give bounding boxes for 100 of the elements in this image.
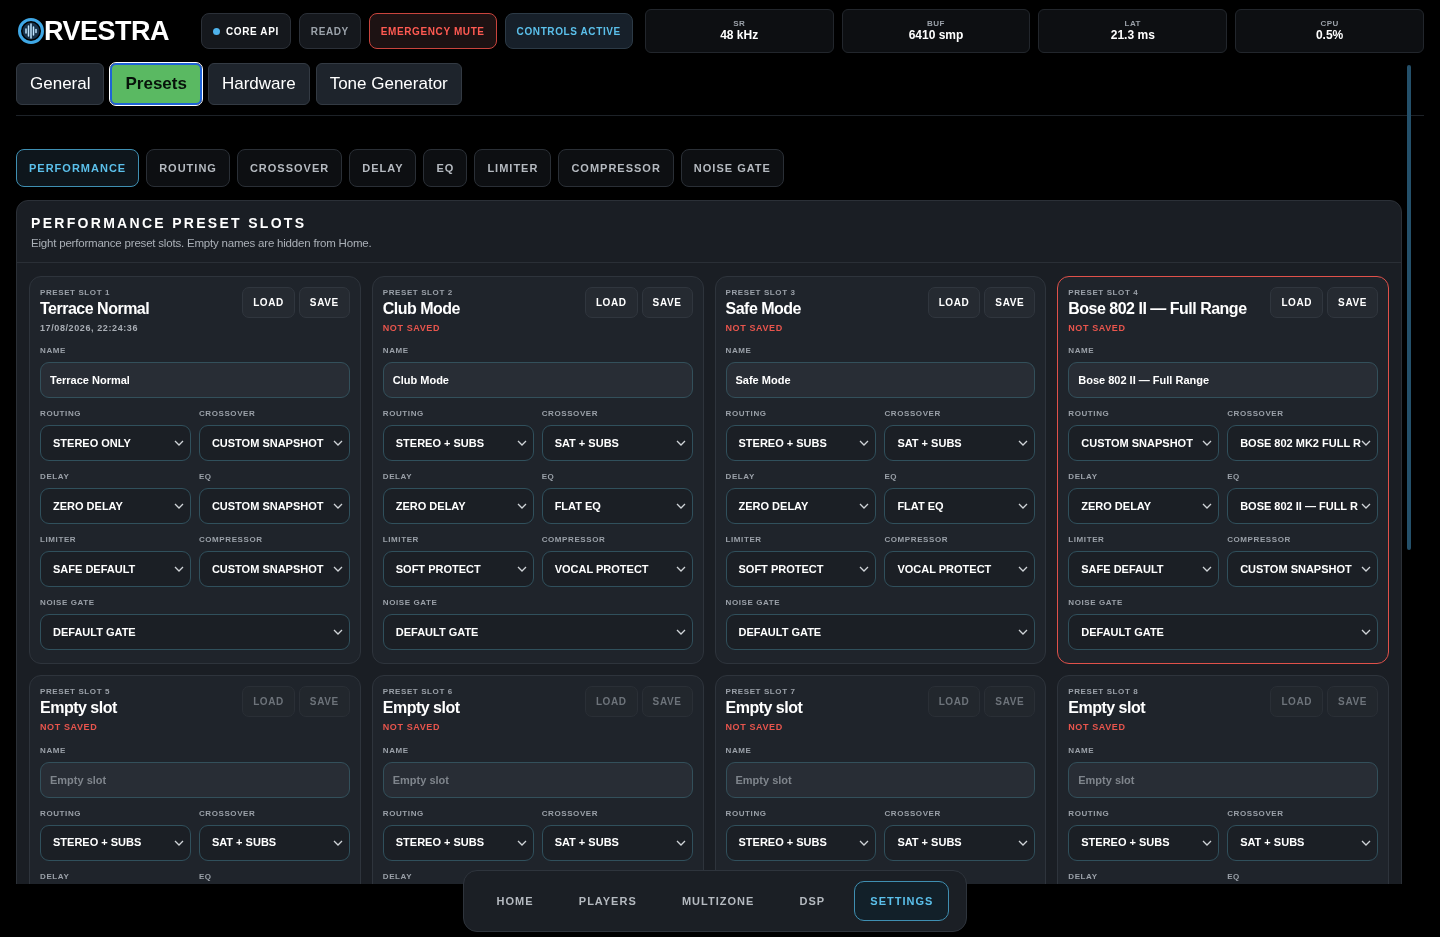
select-field[interactable]: STEREO + SUBS [382, 824, 534, 861]
select-field[interactable]: SAT + SUBS [884, 824, 1036, 861]
select-field[interactable]: FLAT EQ [541, 488, 693, 525]
select-field[interactable]: BOSE 802 II — FULL R [1227, 488, 1378, 525]
select-field[interactable]: STEREO ONLY [40, 425, 191, 462]
select-field[interactable]: VOCAL PROTECT [541, 551, 693, 588]
select-field[interactable]: DEFAULT GATE [1068, 614, 1378, 651]
chevron-icon [1361, 503, 1371, 510]
chevron-icon [675, 440, 686, 447]
load-button[interactable]: LOAD [1270, 287, 1324, 319]
select-field[interactable]: STEREO + SUBS [40, 824, 191, 861]
field-label: NOISE GATE [382, 597, 439, 610]
chevron-icon [1018, 839, 1029, 846]
slot-label: PRESET SLOT 1 [40, 287, 112, 300]
select-field[interactable]: SAT + SUBS [1227, 824, 1378, 861]
field-label: NAME [725, 744, 753, 757]
chevron-icon [1202, 566, 1213, 573]
nav-item[interactable]: HOME [480, 881, 550, 921]
field-label: LIMITER [1068, 534, 1106, 547]
nav-item[interactable]: PLAYERS [562, 881, 653, 921]
subtab[interactable]: NOISE GATE [680, 149, 784, 187]
select-field[interactable]: SAT + SUBS [884, 425, 1036, 462]
select-field[interactable]: ZERO DELAY [1068, 488, 1220, 525]
field-label: NOISE GATE [1068, 597, 1124, 610]
field-label: CROSSOVER [541, 807, 600, 820]
nav-item[interactable]: SETTINGS [854, 881, 950, 921]
save-button[interactable]: SAVE [984, 287, 1036, 319]
chevron-icon [332, 503, 343, 510]
select-field[interactable]: SAT + SUBS [541, 425, 693, 462]
chevron-icon [1018, 629, 1029, 636]
chevron-icon [675, 629, 686, 636]
select-field[interactable]: SOFT PROTECT [382, 551, 534, 588]
slot-title: Empty slot [382, 698, 460, 719]
tab[interactable]: Tone Generator [315, 63, 462, 105]
select-field[interactable]: ZERO DELAY [382, 488, 534, 525]
select-field[interactable]: DEFAULT GATE [725, 614, 1036, 651]
select-field[interactable]: CUSTOM SNAPSHOT [1227, 551, 1378, 588]
save-button[interactable]: SAVE [298, 287, 350, 319]
name-field[interactable]: Empty slot [382, 761, 693, 798]
select-field[interactable]: STEREO + SUBS [1068, 824, 1220, 861]
scrollbar[interactable] [1407, 65, 1411, 550]
chevron-icon [332, 566, 343, 573]
subtab[interactable]: ROUTING [146, 149, 230, 187]
chevron-icon [1202, 503, 1213, 510]
nav-item[interactable]: MULTIZONE [665, 881, 771, 921]
select-field[interactable]: FLAT EQ [884, 488, 1036, 525]
subtab[interactable]: CROSSOVER [236, 149, 343, 187]
chevron-icon [859, 566, 870, 573]
name-field[interactable]: Terrace Normal [40, 362, 350, 399]
select-field[interactable]: CUSTOM SNAPSHOT [1068, 425, 1220, 462]
select-field[interactable]: STEREO + SUBS [725, 425, 877, 462]
name-field[interactable]: Club Mode [382, 362, 693, 399]
name-field[interactable]: Empty slot [40, 761, 350, 798]
name-field[interactable]: Bose 802 II — Full Range [1068, 362, 1378, 399]
select-field[interactable]: SOFT PROTECT [725, 551, 877, 588]
select-field[interactable]: VOCAL PROTECT [884, 551, 1036, 588]
subtab[interactable]: DELAY [349, 149, 417, 187]
pill-label: CORE API [226, 24, 279, 39]
save-button[interactable]: SAVE [641, 287, 693, 319]
field-label: CROSSOVER [198, 807, 257, 820]
select-field[interactable]: STEREO + SUBS [382, 425, 534, 462]
name-field[interactable]: Safe Mode [725, 362, 1036, 399]
field-label: NOISE GATE [40, 597, 96, 610]
select-field[interactable]: CUSTOM SNAPSHOT [198, 551, 350, 588]
nav-item[interactable]: DSP [783, 881, 842, 921]
select-field[interactable]: STEREO + SUBS [725, 824, 877, 861]
subtab[interactable]: COMPRESSOR [558, 149, 674, 187]
chevron-icon [1018, 566, 1029, 573]
select-field[interactable]: ZERO DELAY [40, 488, 191, 525]
select-field[interactable]: SAFE DEFAULT [1068, 551, 1220, 588]
name-field[interactable]: Empty slot [1068, 761, 1378, 798]
tab[interactable]: Presets [110, 63, 202, 105]
subtab[interactable]: PERFORMANCE [16, 149, 140, 187]
load-button[interactable]: LOAD [584, 287, 638, 319]
slot-label: PRESET SLOT 4 [1068, 287, 1140, 300]
chevron-icon [516, 503, 527, 510]
stat-value: 21.3 ms [1110, 28, 1155, 42]
field-label: NAME [40, 345, 67, 358]
save-button[interactable]: SAVE [1327, 287, 1378, 319]
subtab[interactable]: EQ [423, 149, 468, 187]
select-field[interactable]: DEFAULT GATE [40, 614, 350, 651]
chevron-icon [859, 839, 870, 846]
select-field[interactable]: CUSTOM SNAPSHOT [198, 488, 350, 525]
select-field[interactable]: SAT + SUBS [541, 824, 693, 861]
select-field[interactable]: BOSE 802 MK2 FULL R [1227, 425, 1378, 462]
field-label: CROSSOVER [198, 408, 257, 421]
panel-subtitle: Eight performance preset slots. Empty names are hidden from Home. [31, 235, 373, 251]
name-field[interactable]: Empty slot [725, 761, 1036, 798]
tab[interactable]: Hardware [207, 63, 310, 105]
load-button[interactable]: LOAD [927, 287, 981, 319]
select-field[interactable]: SAT + SUBS [198, 824, 350, 861]
select-field[interactable]: ZERO DELAY [725, 488, 877, 525]
chevron-icon [675, 839, 686, 846]
select-field[interactable]: SAFE DEFAULT [40, 551, 191, 588]
tab[interactable]: General [16, 63, 105, 105]
field-label: ROUTING [382, 408, 425, 421]
select-field[interactable]: DEFAULT GATE [382, 614, 693, 651]
subtab[interactable]: LIMITER [474, 149, 552, 187]
select-field[interactable]: CUSTOM SNAPSHOT [198, 425, 350, 462]
load-button[interactable]: LOAD [242, 287, 295, 319]
